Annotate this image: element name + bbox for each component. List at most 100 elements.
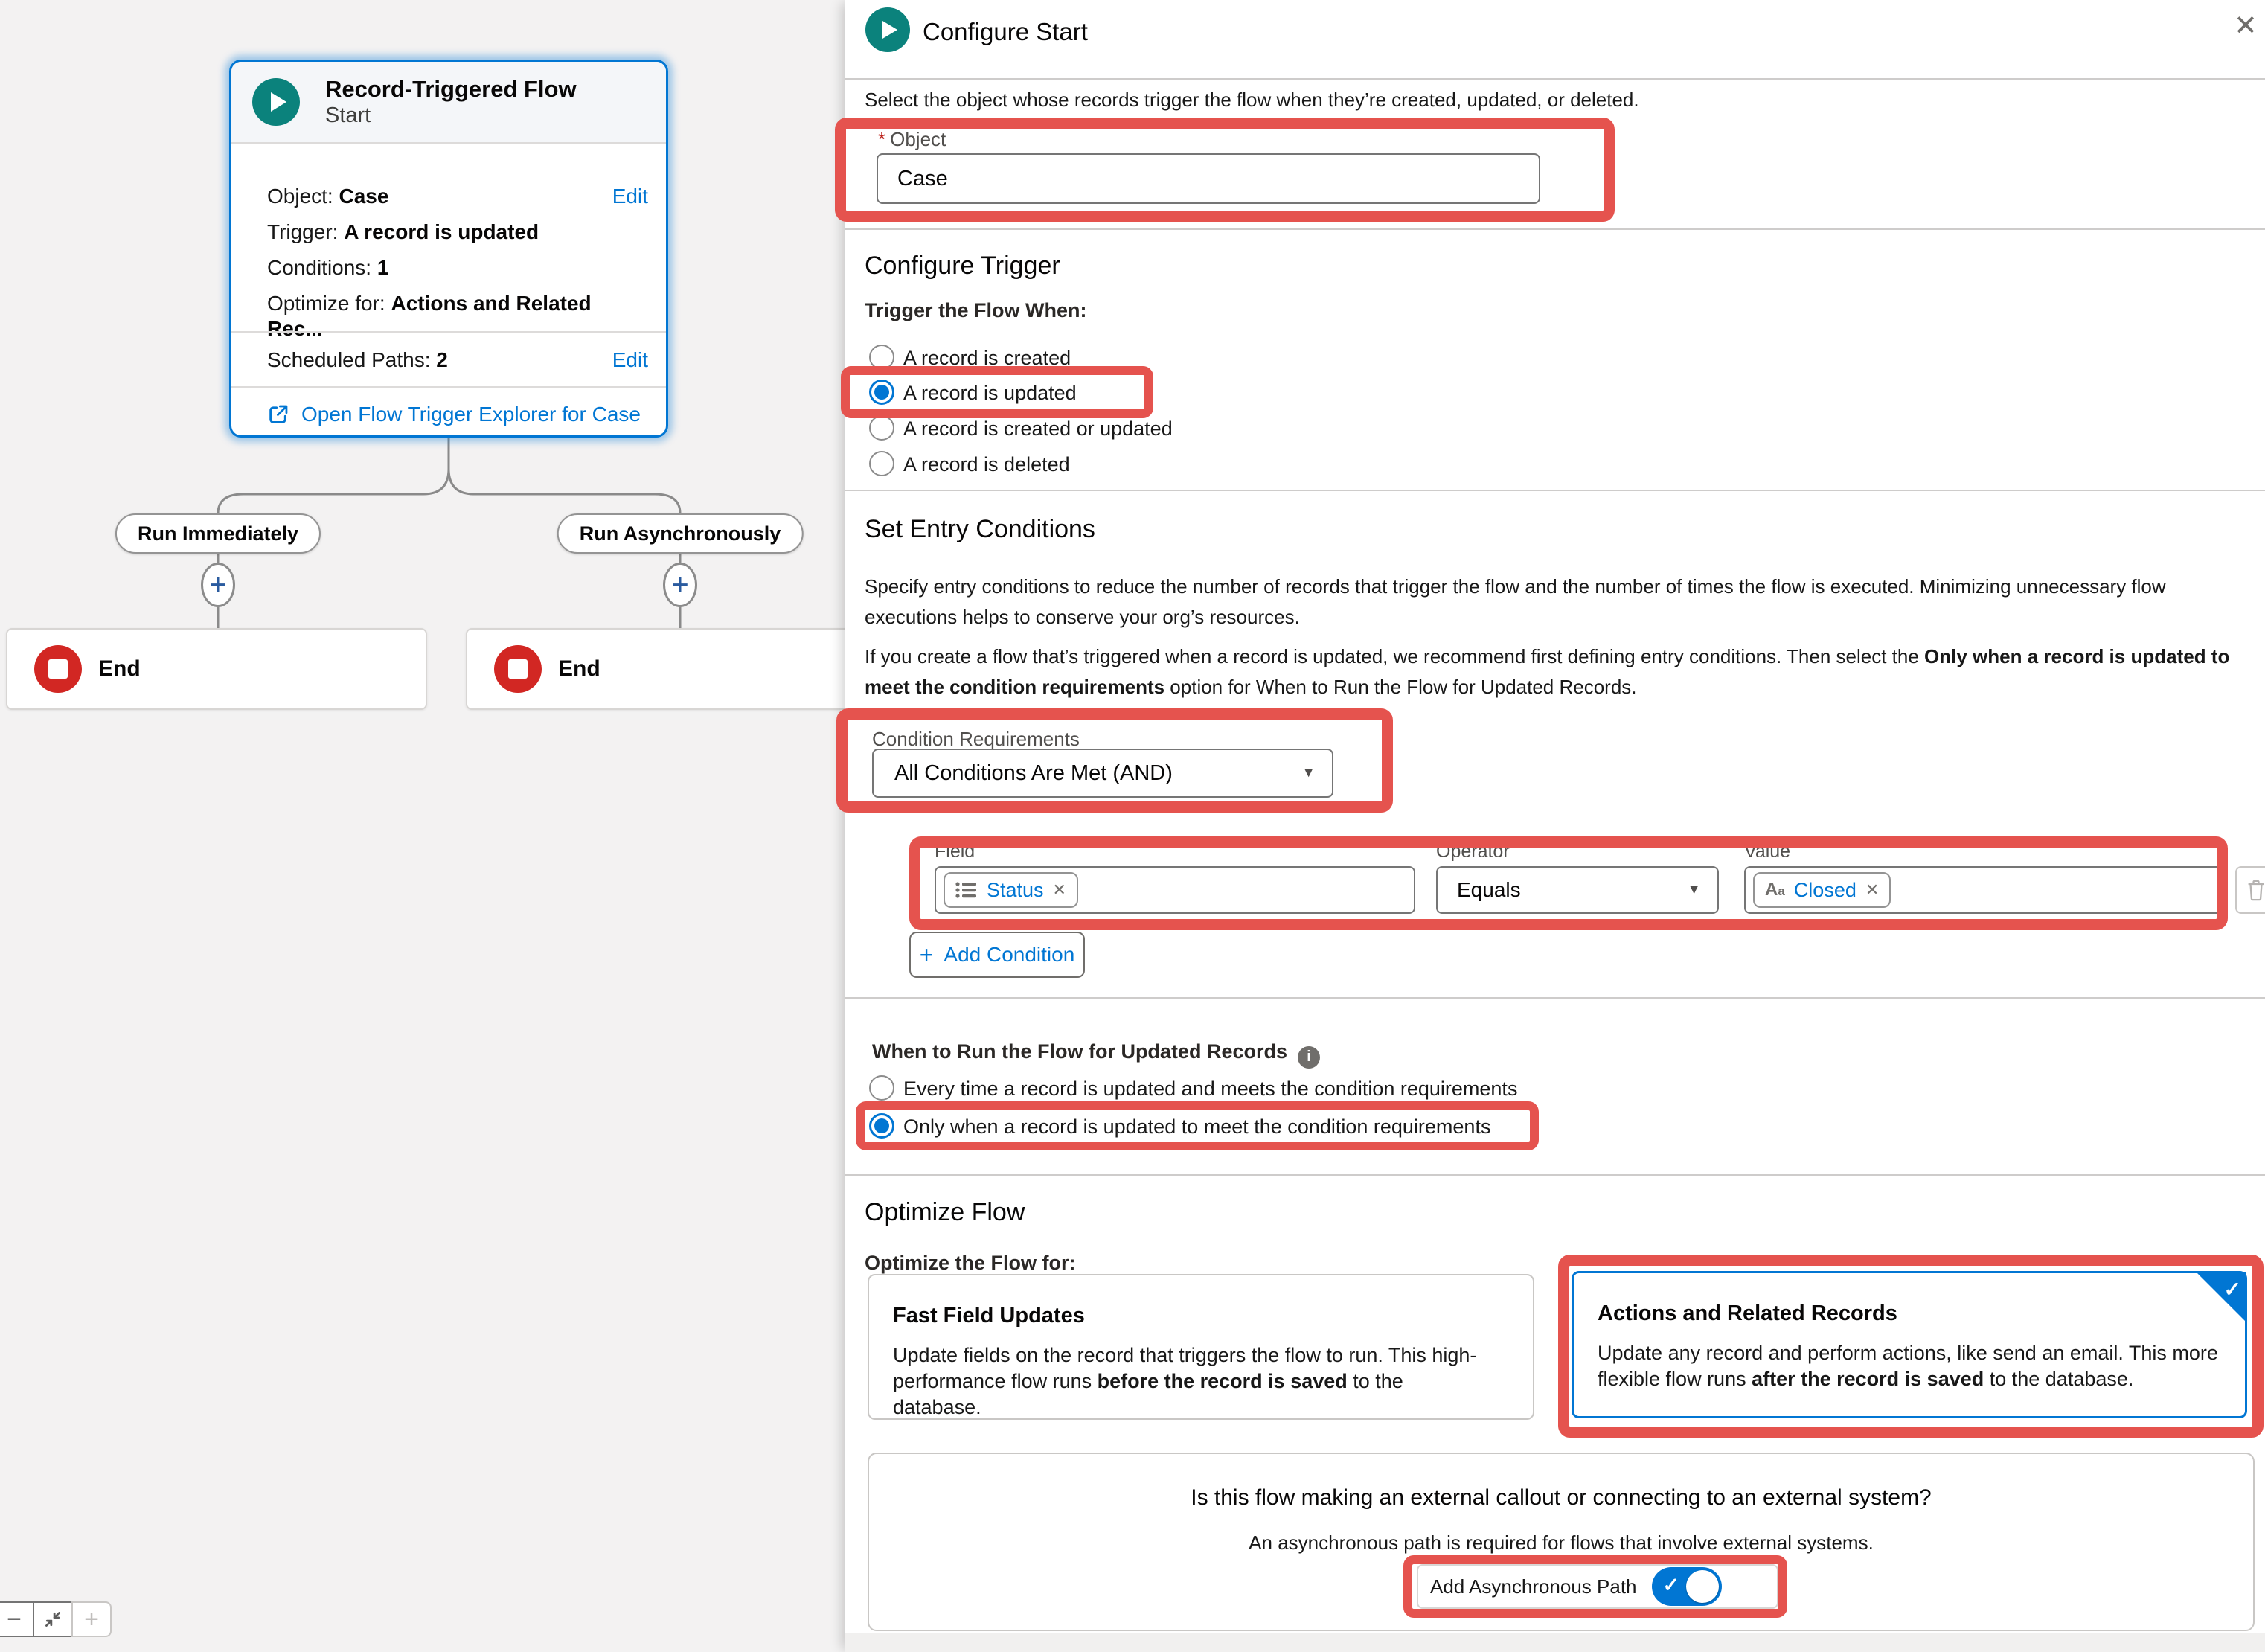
field-column-label: Field [935, 841, 975, 862]
value-input[interactable]: Aa Closed ✕ [1744, 866, 2225, 914]
configure-start-icon [865, 7, 910, 52]
condition-requirements-label: Condition Requirements [872, 728, 1080, 751]
chevron-down-icon: ▼ [1687, 882, 1701, 898]
external-link-icon [267, 403, 289, 426]
start-node-icon [252, 78, 300, 126]
section-divider [845, 490, 2265, 491]
radio-record-created-or-updated[interactable] [869, 415, 894, 441]
object-field-label: *Object [878, 128, 946, 151]
object-combobox[interactable]: Case [877, 153, 1540, 204]
end-node-async[interactable]: End [466, 628, 856, 710]
node-row-object: Object: Case Edit [267, 184, 648, 209]
radio-record-updated[interactable] [869, 380, 894, 405]
edit-scheduled-paths-link[interactable]: Edit [612, 348, 648, 373]
start-node-card[interactable]: Record-Triggered Flow Start Object: Case… [229, 60, 668, 438]
start-node-header: Record-Triggered Flow Start [231, 62, 666, 144]
end-icon [494, 645, 542, 693]
card-body: Update any record and perform actions, l… [1598, 1340, 2223, 1392]
radio-record-created-label[interactable]: A record is created [903, 347, 1071, 370]
end-node-label: End [558, 656, 600, 682]
field-input[interactable]: Status ✕ [935, 866, 1415, 914]
delete-condition-button[interactable] [2235, 866, 2265, 914]
radio-every-time-updated[interactable] [869, 1075, 894, 1101]
panel-intro-text: Select the object whose records trigger … [865, 85, 2246, 115]
section-divider [845, 78, 2265, 80]
optimize-flow-heading: Optimize Flow [865, 1198, 1025, 1227]
async-path-toggle-field: Add Asynchronous Path ✓ [1417, 1564, 1778, 1609]
radio-every-time-updated-label[interactable]: Every time a record is updated and meets… [903, 1078, 1517, 1101]
zoom-out-button[interactable]: − [0, 1601, 34, 1637]
add-element-button-async[interactable]: + [663, 563, 697, 607]
node-divider [231, 331, 666, 333]
remove-field-icon[interactable]: ✕ [1053, 880, 1066, 900]
option-card-fast-field-updates[interactable]: Fast Field Updates Update fields on the … [868, 1274, 1534, 1420]
value-column-label: Value [1744, 841, 1790, 862]
configure-trigger-heading: Configure Trigger [865, 252, 1060, 281]
canvas-zoom-controls: − + [0, 1601, 112, 1637]
radio-record-deleted-label[interactable]: A record is deleted [903, 453, 1070, 476]
toggle-knob [1686, 1570, 1719, 1603]
external-callout-question: Is this flow making an external callout … [868, 1485, 2255, 1511]
add-condition-button[interactable]: + Add Condition [909, 932, 1085, 978]
optimize-for-label: Optimize the Flow for: [865, 1252, 1076, 1275]
section-divider [845, 997, 2265, 999]
selected-check-icon: ✓ [2197, 1272, 2246, 1322]
entry-conditions-para1: Specify entry conditions to reduce the n… [865, 572, 2246, 633]
operator-dropdown[interactable]: Equals ▼ [1436, 866, 1719, 914]
trash-icon [2246, 879, 2265, 901]
radio-record-created-or-updated-label[interactable]: A record is created or updated [903, 417, 1173, 441]
when-to-run-label: When to Run the Flow for Updated Records… [872, 1040, 1320, 1069]
value-chip-closed[interactable]: Aa Closed ✕ [1753, 872, 1891, 908]
edit-object-link[interactable]: Edit [612, 184, 648, 209]
radio-only-when-updated[interactable] [869, 1113, 894, 1139]
node-subtitle: Start [325, 103, 577, 128]
end-icon [34, 645, 82, 693]
node-divider [231, 386, 666, 388]
open-flow-trigger-explorer-link[interactable]: Open Flow Trigger Explorer for Case [267, 403, 641, 426]
flow-builder-screen: Record-Triggered Flow Start Object: Case… [0, 0, 2265, 1652]
end-node-immediate[interactable]: End [6, 628, 427, 710]
zoom-in-button[interactable]: + [71, 1601, 112, 1637]
card-title: Fast Field Updates [893, 1304, 1085, 1328]
end-node-label: End [98, 656, 141, 682]
trigger-when-label: Trigger the Flow When: [865, 299, 1087, 322]
text-type-icon: Aa [1765, 880, 1785, 900]
operator-column-label: Operator [1436, 841, 1510, 862]
external-callout-note: An asynchronous path is required for flo… [868, 1531, 2255, 1555]
field-chip-status[interactable]: Status ✕ [944, 872, 1078, 908]
close-icon[interactable]: ✕ [2234, 12, 2258, 40]
entry-conditions-heading: Set Entry Conditions [865, 515, 1095, 544]
required-asterisk: * [878, 128, 885, 150]
radio-record-updated-label[interactable]: A record is updated [903, 382, 1077, 405]
info-icon[interactable]: i [1298, 1046, 1320, 1069]
section-divider [845, 228, 2265, 230]
card-body: Update fields on the record that trigger… [893, 1342, 1496, 1421]
play-icon [882, 21, 897, 39]
section-divider [845, 1174, 2265, 1176]
node-row-trigger: Trigger: A record is updated [267, 220, 648, 245]
radio-record-deleted[interactable] [869, 451, 894, 476]
panel-title: Configure Start [923, 18, 1088, 46]
node-row-optimize: Optimize for: Actions and Related Rec... [267, 291, 648, 316]
chevron-down-icon: ▼ [1301, 765, 1316, 781]
node-title: Record-Triggered Flow [325, 76, 577, 103]
fit-view-button[interactable] [33, 1601, 73, 1637]
list-icon [955, 880, 978, 900]
configure-start-panel: Configure Start ✕ Select the object whos… [845, 0, 2265, 1652]
condition-requirements-dropdown[interactable]: All Conditions Are Met (AND) ▼ [872, 749, 1333, 798]
async-path-toggle-label: Add Asynchronous Path [1430, 1575, 1637, 1598]
node-row-scheduled-paths: Scheduled Paths: 2 Edit [267, 348, 648, 373]
branch-label-run-asynchronously: Run Asynchronously [557, 513, 804, 554]
branch-label-run-immediately: Run Immediately [115, 513, 321, 554]
radio-record-created[interactable] [869, 345, 894, 370]
entry-conditions-para2: If you create a flow that’s triggered wh… [865, 641, 2246, 702]
option-card-actions-related-records[interactable]: ✓ Actions and Related Records Update any… [1572, 1271, 2247, 1418]
play-icon [271, 92, 286, 112]
radio-only-when-updated-label[interactable]: Only when a record is updated to meet th… [903, 1115, 1490, 1139]
remove-value-icon[interactable]: ✕ [1865, 880, 1879, 900]
flow-canvas[interactable]: Record-Triggered Flow Start Object: Case… [0, 0, 845, 1652]
card-title: Actions and Related Records [1598, 1302, 1897, 1326]
add-asynchronous-path-toggle[interactable]: ✓ [1652, 1567, 1722, 1606]
collapse-arrows-icon [42, 1608, 64, 1630]
add-element-button-immediate[interactable]: + [201, 563, 235, 607]
